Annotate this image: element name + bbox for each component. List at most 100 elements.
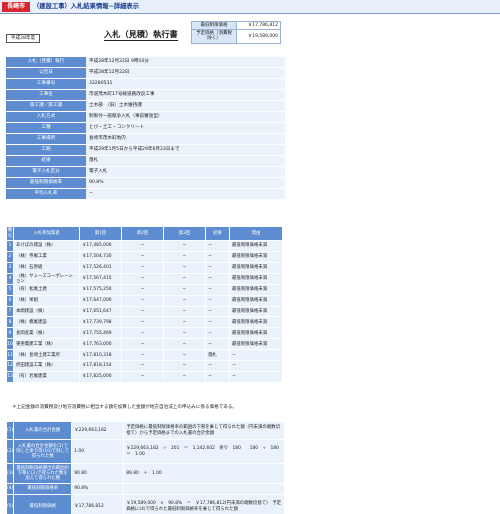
info-row: 工事名 市道茂木町17号線道路改良工事 [6, 90, 285, 100]
calc-number: (5) [5, 494, 15, 514]
bid-round-3: − [163, 360, 206, 372]
bid-number: 11 [6, 349, 14, 362]
bidder-name: （株）サミーズコーポレーション [13, 272, 80, 285]
bid-round-3: − [163, 294, 206, 307]
bid-reason: 最低制限価格未満 [229, 250, 283, 263]
bid-row: 13 （有）岩尾建業 ￥17,825,000− − − − [6, 370, 283, 383]
calc-value: 1.00 [71, 439, 125, 464]
info-row: 工事場所 長崎市茂木町地内 [6, 134, 285, 144]
bid-round-3: − [163, 327, 206, 340]
column-header: 番号 [6, 226, 14, 241]
bid-rows: 1 あけぼの建設（株） ￥17,485,000− − − 最低制限価格未満 2 （株）寺尾工業… [6, 240, 283, 383]
calc-row: (2) 入札書の合計金額を(1)で除した余り等(10)で除して得られた数 1.00 ￥… [5, 439, 285, 464]
calc-label: 入札書の合計金額 [13, 421, 73, 440]
bid-round-1: ￥17,763,000 [79, 338, 122, 351]
info-label: 工事場所 [6, 134, 86, 144]
bid-reason: 最低制限価格未満 [229, 294, 283, 307]
calc-row: (3) 最低制限価格算出の範囲の下限に(2)で得られた数を加えて得られた数 90.8… [5, 463, 285, 484]
bid-round-2: − [121, 327, 164, 340]
calc-description: ￥19,589,000 × 90.8% ＝ ￥17,786,812(円未満の端数… [123, 494, 285, 514]
info-value: 平成28年12月22日 [86, 68, 285, 78]
bid-round-1: ￥17,485,000 [79, 240, 122, 252]
price-note: ＊上記金額の消費税及び地方消費税に相当する額を加算した金額が地方自治法上の申込み… [12, 405, 238, 410]
bid-result: − [205, 240, 230, 252]
calc-description: 予定価格に最低制限価格率の範囲の下限を乗じて得られた額（円未満の端数切捨て）から… [123, 421, 285, 440]
bid-round-3: − [163, 316, 206, 329]
calc-row: (1) 入札書の合計金額 ￥229,663,182 予定価格に最低制限価格率の範囲の下… [5, 421, 285, 440]
info-row: 入札（見積）執行 平成28年12月22日 9時10分 [6, 57, 285, 67]
bid-round-1: ￥17,810,318 [79, 349, 122, 362]
bid-result: 落札 [205, 349, 230, 362]
info-value: 制限付一般競争入札（事前審査型） [86, 112, 285, 122]
bid-round-2: − [121, 283, 164, 296]
bid-row: 9 長岡産業（株） ￥17,755,469− − − 最低制限価格未満 [6, 327, 283, 340]
price-row: 最低制限価格 ￥17,786,812 [191, 20, 281, 31]
bidder-name: （株）寺尾工業 [13, 250, 80, 263]
info-row: 電子入札区分 電子入札 [6, 167, 285, 177]
info-row: 施工課／施工課 土木部 （旧）土木維持課 [6, 101, 285, 111]
bid-round-2: − [121, 240, 164, 252]
bid-result: − [205, 338, 230, 351]
bid-reason: 最低制限価格未満 [229, 338, 283, 351]
bid-number: 2 [6, 250, 14, 263]
calc-value: ￥229,663,182 [71, 421, 125, 440]
info-label: 電子入札区分 [6, 167, 86, 177]
info-label: 工事番号 [6, 79, 86, 89]
info-row: 平均入札率 − [6, 189, 285, 199]
info-label: 入札（見積）執行 [6, 57, 86, 67]
info-value: 長崎市茂木町地内 [86, 134, 285, 144]
bid-round-1: ￥17,647,000 [79, 294, 122, 307]
bid-number: 13 [6, 370, 14, 383]
bidder-name: （有）松尾土建 [13, 283, 80, 296]
bid-reason: 最低制限価格未満 [229, 305, 283, 318]
info-label: 工種 [6, 123, 86, 133]
calc-number: (3) [5, 463, 15, 484]
info-row: 工種 とび・土工・コンクリート [6, 123, 285, 133]
bid-result: − [205, 305, 230, 318]
bid-round-1: ￥17,526,401 [79, 261, 122, 274]
bid-round-2: − [121, 305, 164, 318]
bid-round-3: − [163, 240, 206, 252]
bid-round-2: − [121, 250, 164, 263]
bid-row: 8 （株）橋尾建設 ￥17,739,798− − − 最低制限価格未満 [6, 316, 283, 329]
column-header: 入札参加業者 [13, 226, 80, 241]
info-value: 落札 [86, 156, 285, 166]
bid-round-1: ￥17,651,647 [79, 305, 122, 318]
price-value: ￥17,786,812 [236, 20, 281, 31]
info-value: 33280531 [86, 79, 285, 89]
bid-round-1: ￥17,755,469 [79, 327, 122, 340]
bid-row: 6 （株）栄組 ￥17,647,000− − − 最低制限価格未満 [6, 294, 283, 307]
bid-header-row: 番号 入札参加業者 第1回 第2回 第3回 結果 理由 [6, 226, 283, 241]
bid-reason: 最低制限価格未満 [229, 327, 283, 340]
info-row: 結果 落札 [6, 156, 285, 166]
bidder-name: （有）岩尾建業 [13, 370, 80, 383]
bid-row: 7 本間建設（株） ￥17,651,647− − − 最低制限価格未満 [6, 305, 283, 318]
project-info-table: 入札（見積）執行 平成28年12月22日 9時10分 公告日 平成28年12月22日… [6, 56, 285, 200]
price-value: ￥19,589,000 [236, 29, 281, 44]
bid-round-1: ￥17,739,798 [79, 316, 122, 329]
bid-reason: 最低制限価格未満 [229, 240, 283, 252]
info-row: 工事番号 33280531 [6, 79, 285, 89]
bid-result: − [205, 272, 230, 285]
info-value: とび・土工・コンクリート [86, 123, 285, 133]
calc-value: 90.80 [71, 463, 125, 484]
bidder-name: 長岡産業（株） [13, 327, 80, 340]
price-row: 予定価格（消費税除く） ￥19,589,000 [191, 29, 281, 44]
info-label: 最低制限価格率 [6, 178, 86, 188]
info-row: 工期 平成29年1月5日から平成29年6月23日まで [6, 145, 285, 155]
fiscal-year-badge: 平成28年度 [6, 34, 40, 43]
bid-reason: 最低制限価格未満 [229, 283, 283, 296]
info-value: 90.8% [86, 178, 285, 188]
document-title: 入札（見積）執行書 [104, 29, 178, 42]
bid-round-2: − [121, 360, 164, 372]
calc-value: 90.8% [71, 483, 125, 495]
bid-row: 12 折田建設工業（株） ￥17,818,154− − − − [6, 360, 283, 372]
bid-result: − [205, 370, 230, 383]
price-label: 最低制限価格 [191, 20, 237, 31]
bidder-name: （株）栄組 [13, 294, 80, 307]
info-label: 工事名 [6, 90, 86, 100]
column-header: 結果 [205, 226, 230, 241]
bid-reason: − [229, 360, 283, 372]
bid-row: 2 （株）寺尾工業 ￥17,504,730− − − 最低制限価格未満 [6, 250, 283, 263]
bid-row: 5 （有）松尾土建 ￥17,575,250− − − 最低制限価格未満 [6, 283, 283, 296]
